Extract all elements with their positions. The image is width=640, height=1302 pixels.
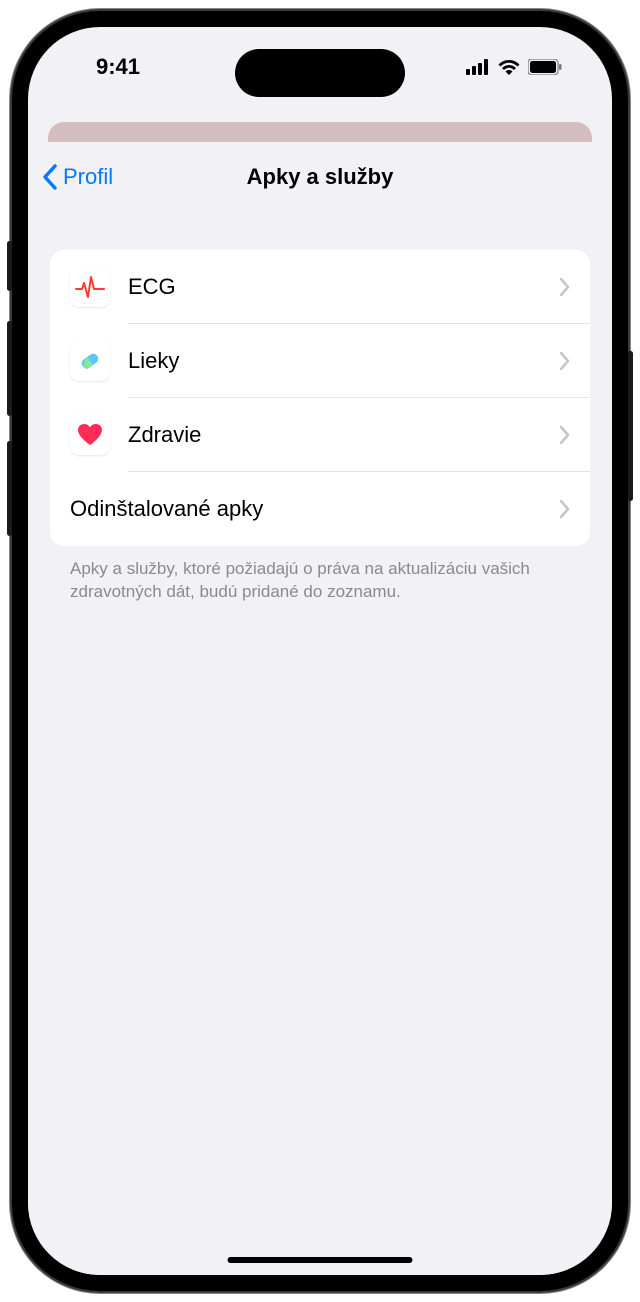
- list-item-health[interactable]: Zdravie: [50, 398, 590, 472]
- ecg-icon: [70, 267, 110, 307]
- chevron-right-icon: [560, 352, 570, 370]
- volume-up-button[interactable]: [7, 321, 12, 416]
- footer-text: Apky a služby, ktoré požiadajú o práva n…: [50, 546, 590, 616]
- status-time: 9:41: [78, 54, 140, 80]
- chevron-right-icon: [560, 278, 570, 296]
- phone-frame: 9:41: [12, 11, 628, 1291]
- battery-icon: [528, 59, 562, 75]
- status-icons: [466, 59, 562, 75]
- modal-sheet: Profil Apky a služby ECG: [28, 142, 612, 1275]
- volume-down-button[interactable]: [7, 441, 12, 536]
- power-button[interactable]: [628, 351, 633, 501]
- list-item-medications[interactable]: Lieky: [50, 324, 590, 398]
- apps-list: ECG: [50, 250, 590, 546]
- content-area: ECG: [28, 212, 612, 616]
- pill-icon: [70, 341, 110, 381]
- back-label: Profil: [63, 164, 113, 190]
- chevron-right-icon: [560, 500, 570, 518]
- list-item-uninstalled[interactable]: Odinštalované apky: [50, 472, 590, 546]
- home-indicator[interactable]: [228, 1257, 413, 1263]
- dynamic-island: [235, 49, 405, 97]
- list-item-ecg[interactable]: ECG: [50, 250, 590, 324]
- chevron-right-icon: [560, 426, 570, 444]
- screen: 9:41: [28, 27, 612, 1275]
- list-item-label: Lieky: [128, 348, 560, 374]
- nav-title: Apky a služby: [28, 164, 612, 190]
- silent-switch[interactable]: [7, 241, 12, 291]
- list-item-label: Odinštalované apky: [70, 496, 560, 522]
- wifi-icon: [498, 59, 520, 75]
- heart-icon: [70, 415, 110, 455]
- back-button[interactable]: Profil: [42, 164, 113, 190]
- cellular-icon: [466, 59, 490, 75]
- nav-bar: Profil Apky a služby: [28, 142, 612, 212]
- chevron-left-icon: [42, 164, 58, 190]
- list-item-label: ECG: [128, 274, 560, 300]
- list-item-label: Zdravie: [128, 422, 560, 448]
